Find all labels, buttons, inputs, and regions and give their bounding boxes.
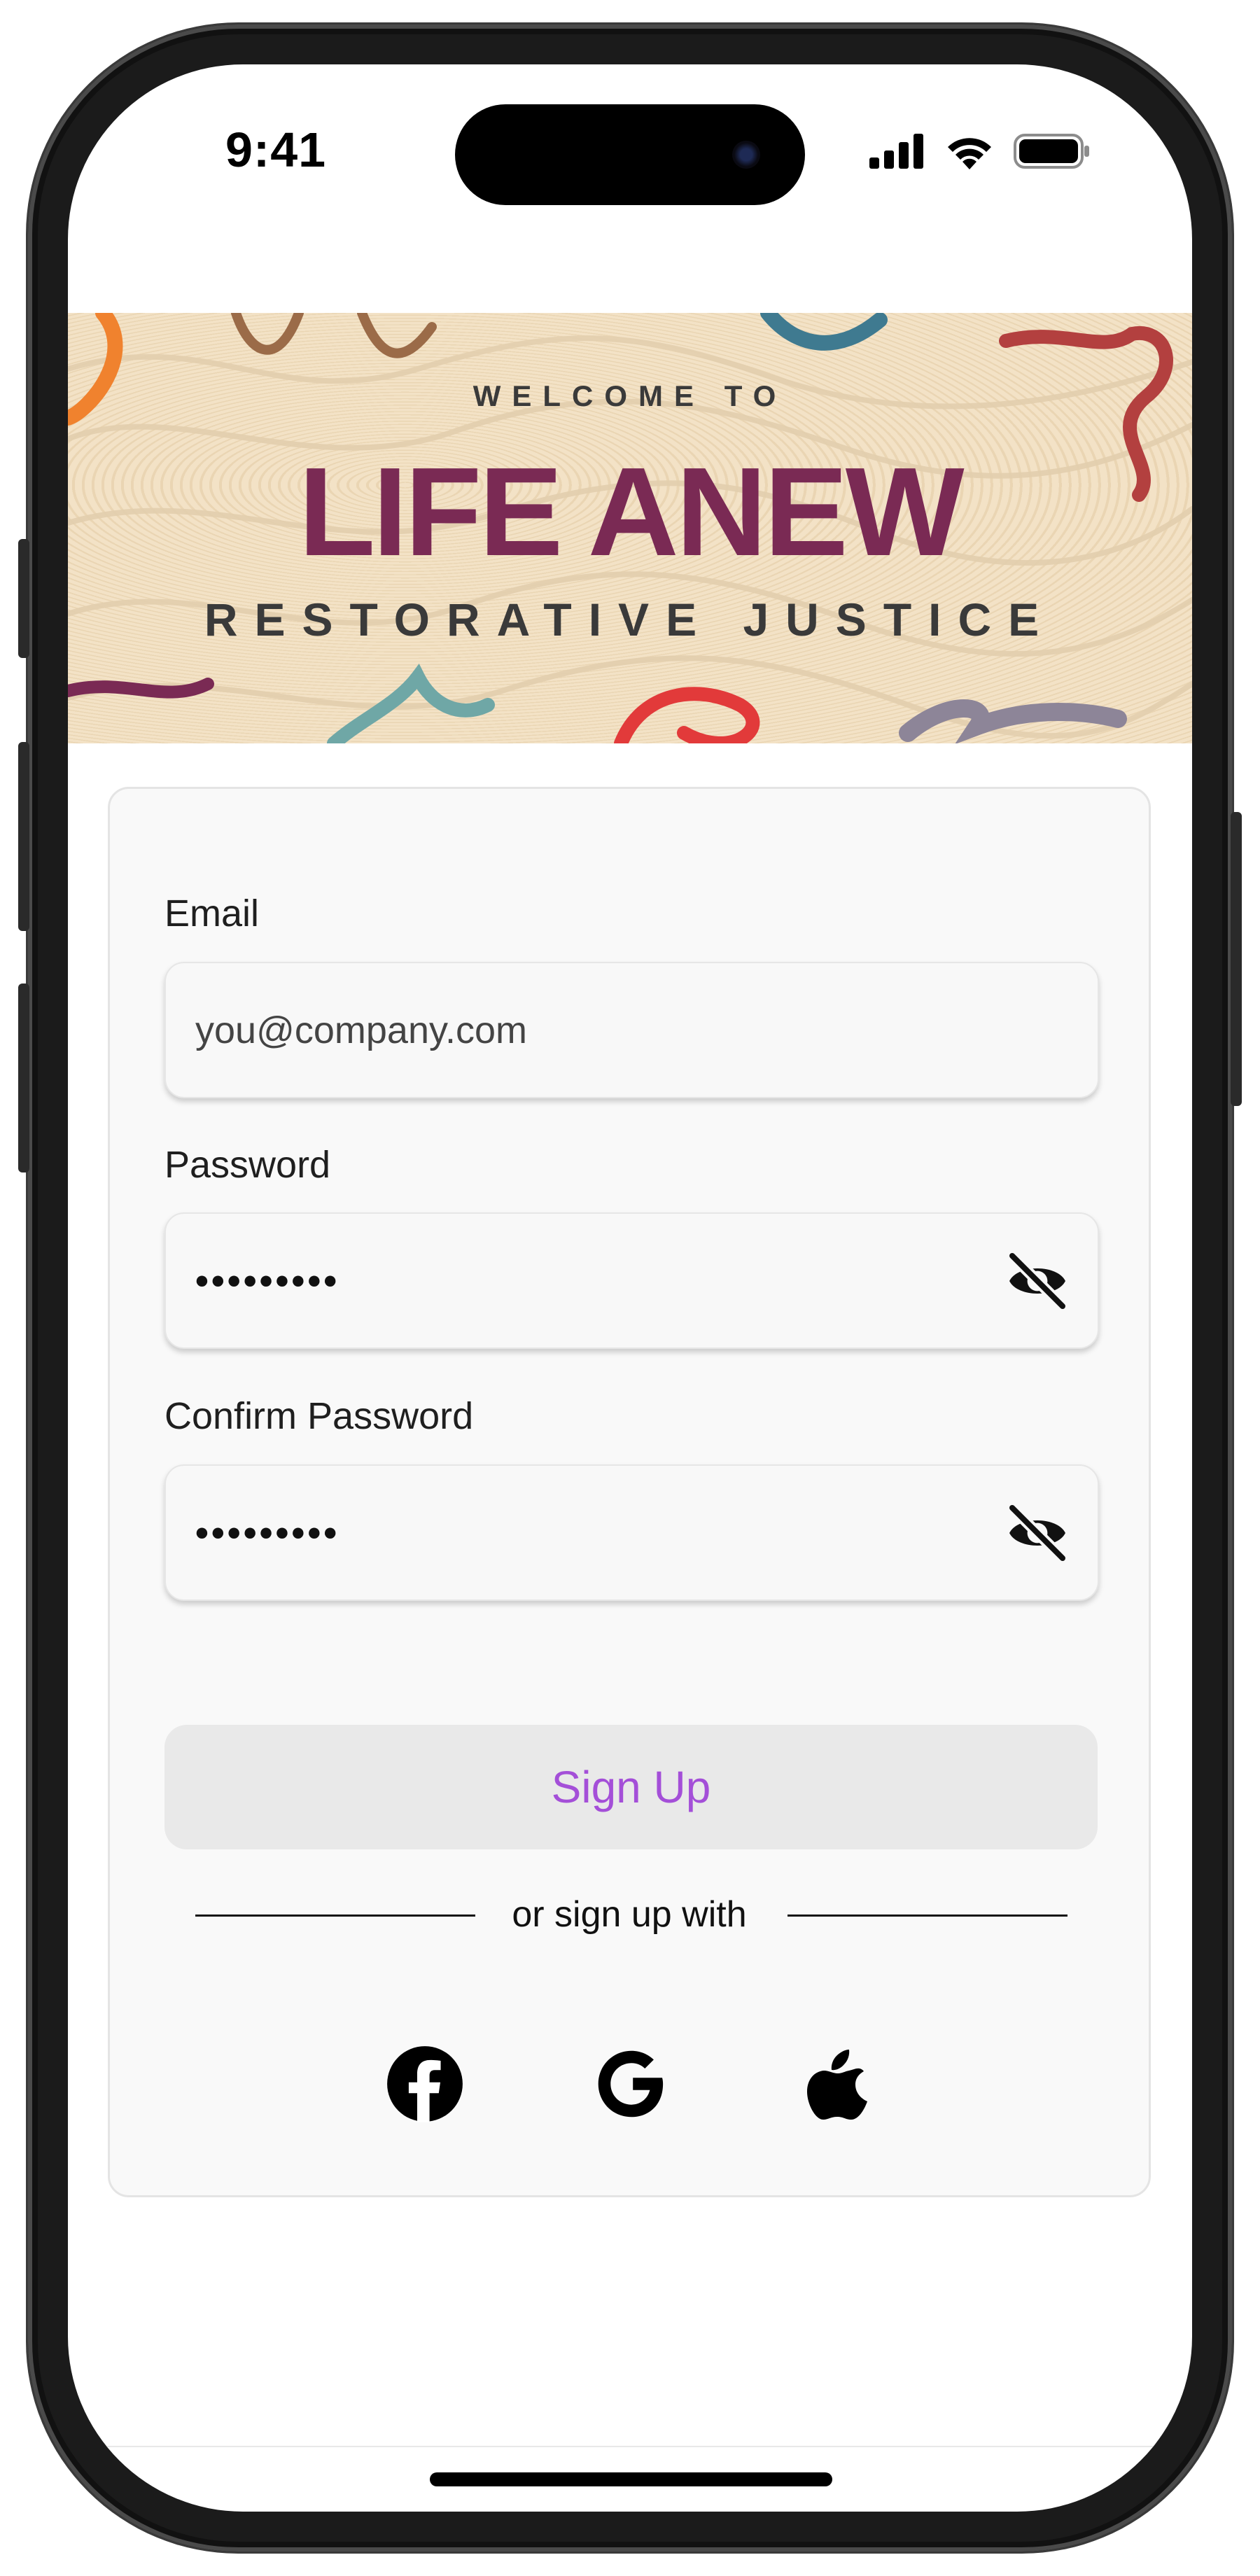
email-placeholder: you@company.com [195, 1009, 528, 1051]
status-bar: 9:41 [68, 64, 1192, 218]
eye-off-icon[interactable] [1004, 1499, 1071, 1567]
brand-title: LIFE ANEW [298, 442, 964, 582]
signup-form-card: Email you@company.com Password •••••••••… [108, 787, 1151, 2197]
password-field[interactable]: ••••••••• [164, 1212, 1099, 1349]
status-icons [869, 133, 1091, 169]
status-time: 9:41 [225, 122, 327, 177]
email-label: Email [164, 892, 260, 934]
sign-up-button[interactable]: Sign Up [164, 1725, 1098, 1849]
facebook-icon[interactable] [386, 2045, 463, 2122]
home-indicator[interactable] [430, 2472, 832, 2486]
apple-icon[interactable] [799, 2045, 876, 2122]
confirm-password-value: ••••••••• [195, 1511, 340, 1554]
bottom-divider [68, 2446, 1192, 2447]
cellular-signal-icon [869, 134, 923, 169]
screen: 9:41 WELCOME TO LIFE ANEW RESTORATIVE JU… [68, 64, 1192, 2512]
volume-up-button [18, 742, 29, 931]
front-camera [732, 141, 760, 169]
password-label: Password [164, 1144, 331, 1186]
email-field[interactable]: you@company.com [164, 962, 1099, 1098]
confirm-password-field[interactable]: ••••••••• [164, 1464, 1099, 1601]
password-value: ••••••••• [195, 1259, 340, 1302]
brand-tagline: RESTORATIVE JUSTICE [204, 594, 1056, 645]
volume-down-button [18, 983, 29, 1172]
power-button [1231, 812, 1242, 1106]
divider-line-right [788, 1914, 1068, 1917]
eye-off-icon[interactable] [1004, 1247, 1071, 1315]
dynamic-island [455, 104, 805, 205]
banner-text: WELCOME TO LIFE ANEW RESTORATIVE JUSTICE [68, 313, 1192, 743]
welcome-banner: WELCOME TO LIFE ANEW RESTORATIVE JUSTICE [68, 313, 1192, 743]
action-button [18, 539, 29, 658]
google-icon[interactable] [593, 2045, 670, 2122]
battery-icon [1014, 134, 1089, 169]
confirm-password-label: Confirm Password [164, 1395, 474, 1437]
welcome-heading: WELCOME TO [472, 379, 788, 412]
wifi-icon [948, 138, 991, 169]
